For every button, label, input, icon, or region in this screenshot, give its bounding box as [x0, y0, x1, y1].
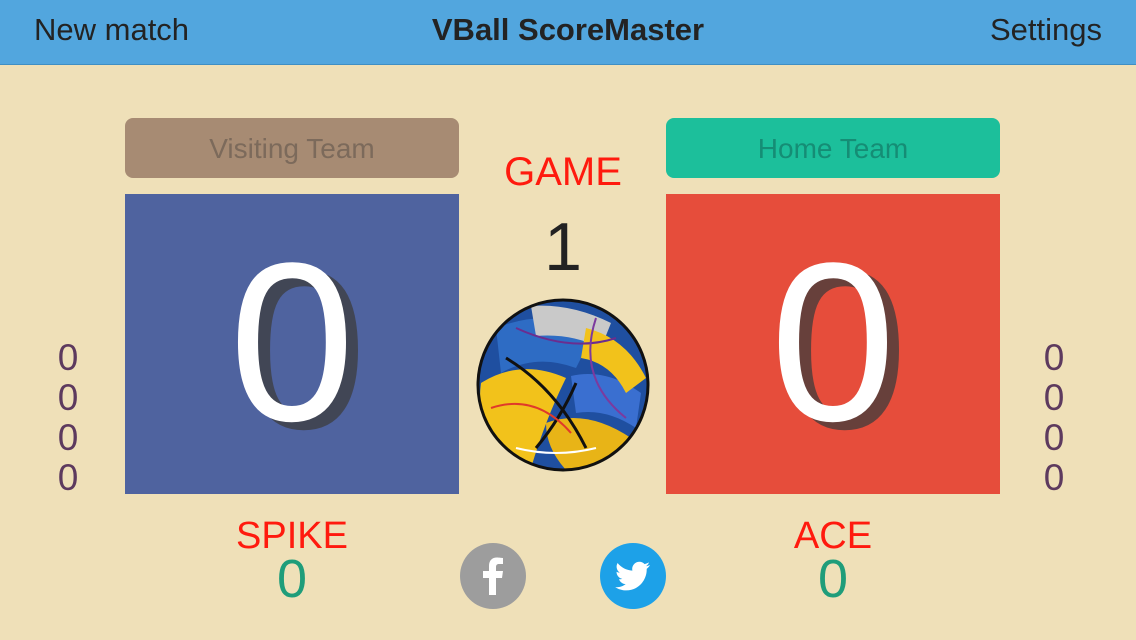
- home-score: 0: [770, 215, 896, 468]
- home-set-score: 0: [1043, 457, 1065, 498]
- home-set-score: 0: [1043, 417, 1065, 458]
- visiting-set-score: 0: [57, 417, 79, 458]
- settings-button[interactable]: Settings: [990, 12, 1102, 48]
- home-set-scores: 0 0 0 0: [1034, 338, 1074, 498]
- home-set-score: 0: [1043, 337, 1065, 378]
- visiting-set-score: 0: [57, 457, 79, 498]
- visiting-set-score: 0: [57, 337, 79, 378]
- navbar: New match VBall ScoreMaster Settings: [0, 0, 1136, 65]
- visiting-set-score: 0: [57, 377, 79, 418]
- game-number: 1: [544, 209, 582, 285]
- home-team-button[interactable]: Home Team: [666, 118, 1000, 178]
- home-set-score: 0: [1043, 377, 1065, 418]
- visiting-score: 0: [229, 215, 355, 468]
- visiting-set-scores: 0 0 0 0: [48, 338, 88, 498]
- app-title: VBall ScoreMaster: [431, 12, 705, 47]
- twitter-share-button[interactable]: [600, 543, 666, 609]
- game-label: GAME: [504, 150, 622, 194]
- ace-count: 0: [817, 549, 849, 609]
- facebook-icon: [483, 557, 503, 595]
- home-score-panel[interactable]: 0: [666, 194, 1000, 494]
- volleyball-icon: [476, 298, 650, 472]
- visiting-team-button[interactable]: Visiting Team: [125, 118, 459, 178]
- visiting-score-panel[interactable]: 0: [125, 194, 459, 494]
- facebook-share-button[interactable]: [460, 543, 526, 609]
- spike-count: 0: [276, 549, 308, 609]
- twitter-icon: [615, 561, 650, 591]
